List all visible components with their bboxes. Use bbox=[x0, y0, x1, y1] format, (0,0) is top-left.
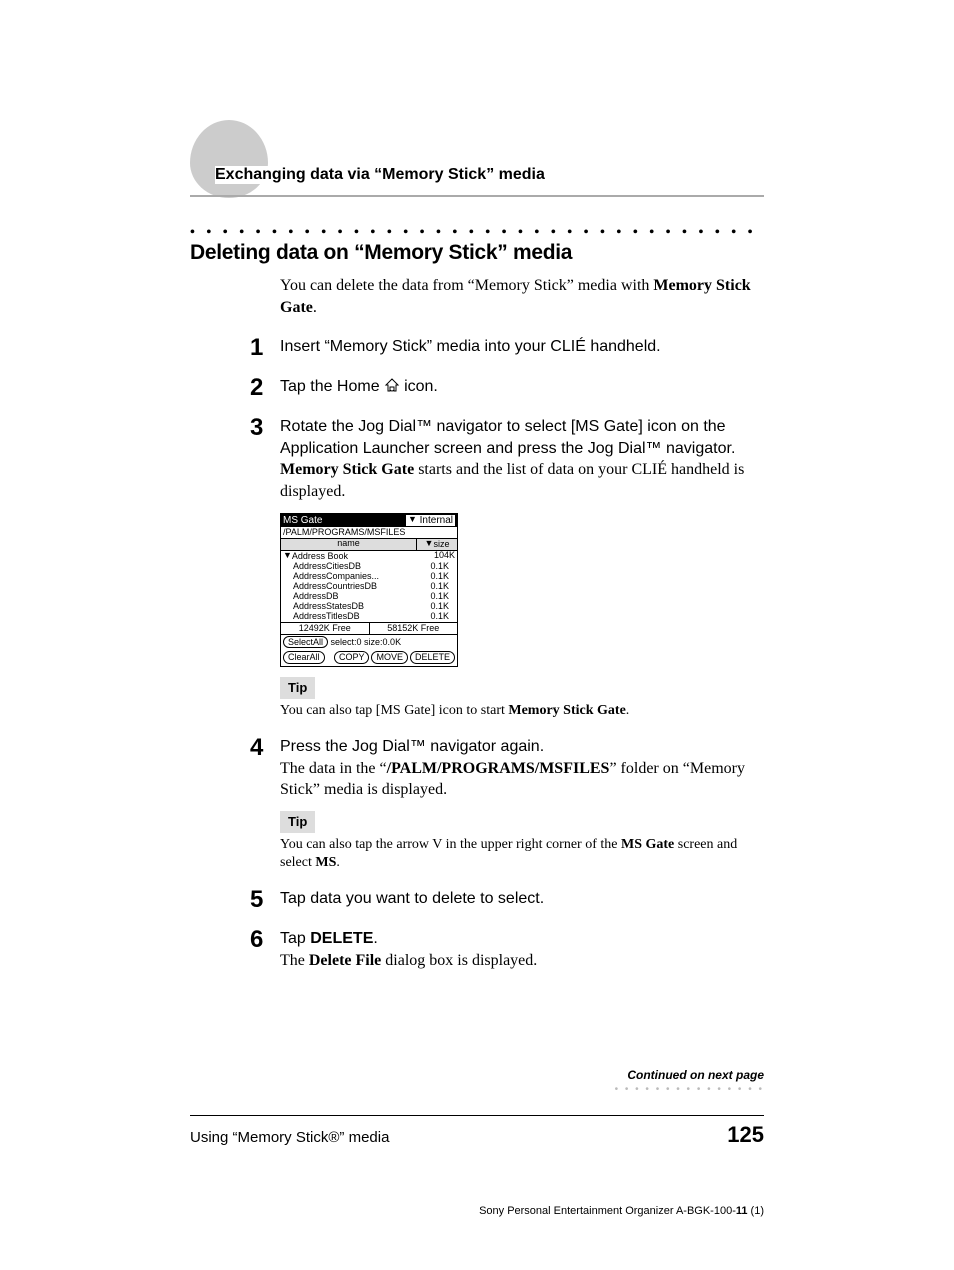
step-body: Insert “Memory Stick” media into your CL… bbox=[280, 336, 764, 358]
subfooter-a: Sony Personal Entertainment Organizer A-… bbox=[479, 1205, 736, 1217]
subfooter-b: (1) bbox=[748, 1205, 765, 1217]
step-number: 5 bbox=[250, 888, 280, 912]
step-number: 2 bbox=[250, 376, 280, 400]
step-body: Tap DELETE. The Delete File dialog box i… bbox=[280, 928, 764, 971]
ss-sel-text: select:0 size:0.0K bbox=[331, 637, 402, 647]
ss-col-size: ▼size bbox=[417, 539, 457, 550]
step-body: Tap the Home icon. bbox=[280, 376, 764, 400]
manual-page: Exchanging data via “Memory Stick” media… bbox=[0, 0, 954, 1270]
s6-follow-a: The bbox=[280, 952, 309, 969]
step-lead: Rotate the Jog Dial™ navigator to select… bbox=[280, 416, 764, 459]
header-rule bbox=[190, 195, 764, 197]
ss-selection-info: SelectAll select:0 size:0.0K bbox=[281, 635, 457, 650]
page-number: 125 bbox=[727, 1122, 764, 1148]
step-body: Press the Jog Dial™ navigator again. The… bbox=[280, 736, 764, 872]
ss-column-headers: name ▼size bbox=[281, 539, 457, 551]
step-6: 6 Tap DELETE. The Delete File dialog box… bbox=[250, 928, 764, 971]
section-title: Deleting data on “Memory Stick” media bbox=[190, 241, 764, 265]
doc-id-footer: Sony Personal Entertainment Organizer A-… bbox=[479, 1205, 764, 1217]
step-number: 6 bbox=[250, 928, 280, 952]
tip2-a: You can also tap the arrow V in the uppe… bbox=[280, 837, 621, 852]
step-follow: Memory Stick Gate starts and the list of… bbox=[280, 459, 764, 502]
step-3: 3 Rotate the Jog Dial™ navigator to sele… bbox=[250, 416, 764, 720]
msgate-screenshot: MS Gate ▼ Internal /PALM/PROGRAMS/MSFILE… bbox=[280, 513, 458, 668]
continued-label: Continued on next page bbox=[615, 1068, 764, 1082]
intro-text-b: . bbox=[313, 299, 317, 316]
intro-paragraph: You can delete the data from “Memory Sti… bbox=[280, 275, 764, 318]
step-lead-b: icon. bbox=[404, 378, 438, 395]
ss-free-bar: 12492K Free 58152K Free bbox=[281, 622, 457, 636]
step-number: 1 bbox=[250, 336, 280, 360]
step-body: Tap data you want to delete to select. bbox=[280, 888, 764, 910]
step-1: 1 Insert “Memory Stick” media into your … bbox=[250, 336, 764, 360]
ss-row: AddressTitlesDB0.1K bbox=[281, 612, 457, 622]
continued-marker: Continued on next page • • • • • • • • •… bbox=[615, 1068, 764, 1095]
step-2: 2 Tap the Home icon. bbox=[250, 376, 764, 400]
step-follow-bold: Memory Stick Gate bbox=[280, 461, 414, 478]
ss-delete-button: DELETE bbox=[410, 651, 455, 664]
intro-text-a: You can delete the data from “Memory Sti… bbox=[280, 277, 653, 294]
step-body: Rotate the Jog Dial™ navigator to select… bbox=[280, 416, 764, 720]
ss-free-ms: 58152K Free bbox=[370, 623, 458, 635]
ss-clearall-button: ClearAll bbox=[283, 651, 325, 664]
step-lead-a: Tap the Home bbox=[280, 378, 384, 395]
ss-free-internal: 12492K Free bbox=[281, 623, 370, 635]
s4-follow-a: The data in the “ bbox=[280, 760, 387, 777]
tip-badge: Tip bbox=[280, 811, 315, 833]
step-lead: Insert “Memory Stick” media into your CL… bbox=[280, 338, 661, 355]
ss-move-button: MOVE bbox=[371, 651, 408, 664]
continued-dots: • • • • • • • • • • • • • • • bbox=[615, 1084, 764, 1095]
s6-lead-bold: DELETE bbox=[310, 930, 373, 947]
ss-col-name: name bbox=[281, 539, 417, 550]
step-number: 3 bbox=[250, 416, 280, 440]
tip1-a: You can also tap [MS Gate] icon to start bbox=[280, 703, 508, 718]
step-list: 1 Insert “Memory Stick” media into your … bbox=[250, 336, 764, 971]
step-lead: Press the Jog Dial™ navigator again. bbox=[280, 736, 764, 758]
page-footer: Using “Memory Stick®” media 125 bbox=[190, 1115, 764, 1148]
s6-follow-bold: Delete File bbox=[309, 952, 381, 969]
step-lead: Tap DELETE. bbox=[280, 928, 764, 950]
step-5: 5 Tap data you want to delete to select. bbox=[250, 888, 764, 912]
step-follow: The Delete File dialog box is displayed. bbox=[280, 950, 764, 972]
step-number: 4 bbox=[250, 736, 280, 760]
ss-app-title: MS Gate bbox=[283, 515, 322, 526]
step-4: 4 Press the Jog Dial™ navigator again. T… bbox=[250, 736, 764, 872]
tip1-b: . bbox=[626, 703, 630, 718]
tip-badge: Tip bbox=[280, 677, 315, 699]
ss-button-row: ClearAll COPY MOVE DELETE bbox=[281, 650, 457, 666]
breadcrumb: Exchanging data via “Memory Stick” media bbox=[215, 166, 555, 184]
page-header: Exchanging data via “Memory Stick” media bbox=[190, 130, 764, 205]
tip2-c: . bbox=[336, 855, 340, 870]
home-icon bbox=[384, 377, 400, 400]
ss-category: Address Book bbox=[292, 551, 348, 561]
s6-follow-b: dialog box is displayed. bbox=[381, 952, 537, 969]
ss-titlebar: MS Gate ▼ Internal bbox=[281, 514, 457, 527]
ss-selectall-button: SelectAll bbox=[283, 636, 328, 648]
step-follow: The data in the “/PALM/PROGRAMS/MSFILES”… bbox=[280, 758, 764, 801]
ss-mode: ▼ Internal bbox=[406, 515, 455, 526]
tip2-bold1: MS Gate bbox=[621, 837, 674, 852]
tip1-bold: Memory Stick Gate bbox=[508, 703, 625, 718]
s6-lead-b: . bbox=[373, 930, 377, 947]
ss-copy-button: COPY bbox=[334, 651, 370, 664]
step-lead: Tap data you want to delete to select. bbox=[280, 890, 544, 907]
s6-lead-a: Tap bbox=[280, 930, 310, 947]
footer-chapter: Using “Memory Stick®” media bbox=[190, 1129, 389, 1146]
decorative-blob bbox=[190, 120, 268, 198]
tip-text: You can also tap [MS Gate] icon to start… bbox=[280, 702, 764, 720]
tip2-bold2: MS bbox=[315, 855, 336, 870]
dotted-divider: • • • • • • • • • • • • • • • • • • • • … bbox=[190, 225, 764, 239]
ss-category-size: 104K bbox=[434, 551, 455, 561]
tip-text: You can also tap the arrow V in the uppe… bbox=[280, 836, 764, 872]
subfooter-bold: 11 bbox=[736, 1205, 748, 1217]
s4-follow-bold: /PALM/PROGRAMS/MSFILES bbox=[387, 760, 610, 777]
